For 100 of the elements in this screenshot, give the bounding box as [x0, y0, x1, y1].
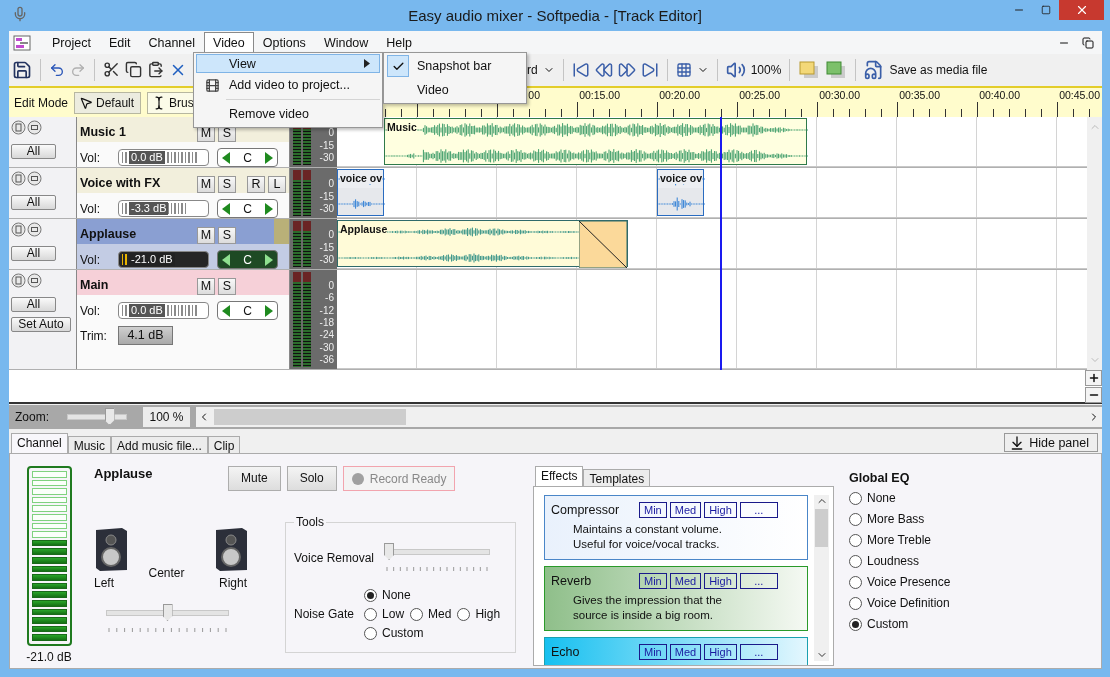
menu-item[interactable]: Options: [253, 31, 315, 54]
radio-button[interactable]: [849, 533, 862, 547]
volume-slider[interactable]: -3.3 dB: [118, 200, 209, 217]
menu-item[interactable]: Edit: [99, 31, 140, 54]
menu-entry[interactable]: View: [196, 54, 380, 73]
set-auto-button[interactable]: Set Auto: [11, 317, 71, 332]
solo-button[interactable]: Solo: [286, 466, 337, 491]
mute-button[interactable]: Mute: [228, 466, 281, 491]
radio-button[interactable]: [410, 607, 424, 621]
skip-forward-icon[interactable]: [640, 60, 659, 79]
track-toggle-button[interactable]: M: [197, 278, 215, 295]
scroll-thumb[interactable]: [214, 409, 406, 425]
copy-icon[interactable]: [125, 61, 142, 78]
left-arrow-icon[interactable]: [221, 202, 231, 215]
volume-slider[interactable]: 0.0 dB: [118, 149, 209, 166]
paste-icon[interactable]: [147, 61, 164, 78]
preset-button[interactable]: High: [704, 502, 737, 518]
submenu-entry[interactable]: Video: [386, 78, 524, 102]
music-file-icon[interactable]: [864, 59, 885, 80]
panel-tab[interactable]: Channel: [11, 433, 68, 453]
preset-button[interactable]: Min: [639, 502, 667, 518]
pan-control[interactable]: C: [217, 301, 278, 320]
volume-slider[interactable]: -21.0 dB: [118, 251, 209, 268]
expand-icon[interactable]: [11, 222, 26, 237]
collapse-icon[interactable]: [27, 171, 42, 186]
radio-button[interactable]: [849, 512, 862, 526]
pan-slider[interactable]: [106, 604, 229, 622]
voice-clip[interactable]: voice ov: [657, 169, 704, 216]
collapse-icon[interactable]: [27, 273, 42, 288]
applause-clip[interactable]: Applause: [337, 220, 628, 267]
slider-thumb[interactable]: [104, 408, 115, 425]
preset-button[interactable]: ...: [739, 573, 778, 589]
trim-button[interactable]: 4.1 dB: [118, 326, 173, 345]
fast-forward-icon[interactable]: [617, 60, 636, 79]
radio-button[interactable]: [457, 607, 471, 621]
preset-button[interactable]: ...: [739, 644, 778, 660]
record-mode-label[interactable]: rd: [527, 62, 538, 77]
radio-button[interactable]: [849, 554, 862, 568]
panel-tab[interactable]: Music: [67, 436, 112, 453]
horizontal-scrollbar[interactable]: [196, 407, 1102, 427]
expand-icon[interactable]: [11, 171, 26, 186]
menu-item[interactable]: Channel: [139, 31, 205, 54]
preset-button[interactable]: Med: [669, 644, 702, 660]
radio-button[interactable]: [364, 607, 378, 621]
preset-button[interactable]: ...: [739, 502, 778, 518]
pan-control[interactable]: C: [217, 250, 278, 269]
menu-item[interactable]: Project: [43, 31, 100, 54]
voice-clip[interactable]: voice ov: [337, 169, 384, 216]
preset-button[interactable]: Min: [639, 644, 667, 660]
menu-item[interactable]: Window: [314, 31, 378, 54]
edit-tool-button[interactable]: Default: [74, 91, 142, 114]
all-button[interactable]: All: [11, 195, 56, 210]
skip-back-icon[interactable]: [571, 60, 590, 79]
volume-slider[interactable]: 0.0 dB: [118, 302, 209, 319]
right-arrow-icon[interactable]: [264, 202, 274, 215]
pan-control[interactable]: C: [217, 148, 278, 167]
left-arrow-icon[interactable]: [221, 253, 231, 266]
effect-card[interactable]: Echo Min Med High ...: [544, 637, 808, 665]
voice-removal-slider[interactable]: [384, 543, 491, 561]
track-toggle-button[interactable]: S: [218, 176, 236, 193]
effects-tab[interactable]: Templates: [583, 469, 651, 486]
expand-icon[interactable]: [11, 273, 26, 288]
zoom-slider[interactable]: [67, 408, 127, 426]
slider-thumb[interactable]: [384, 543, 395, 560]
radio-button[interactable]: [364, 588, 378, 602]
all-button[interactable]: All: [11, 144, 56, 159]
undo-icon[interactable]: [49, 61, 65, 78]
effects-tab[interactable]: Effects: [535, 466, 584, 486]
zoom-in-button[interactable]: [1085, 370, 1102, 386]
radio-button[interactable]: [364, 626, 378, 640]
slider-thumb[interactable]: [162, 604, 173, 621]
radio-button[interactable]: [849, 617, 862, 631]
restore-icon[interactable]: [1082, 36, 1094, 49]
left-arrow-icon[interactable]: [221, 151, 231, 164]
grid-icon[interactable]: [675, 61, 692, 78]
document-window-icon[interactable]: [13, 34, 31, 51]
right-arrow-icon[interactable]: [264, 304, 274, 317]
rewind-icon[interactable]: [594, 60, 613, 79]
right-arrow-icon[interactable]: [264, 151, 274, 164]
save-icon[interactable]: [12, 59, 32, 80]
scissors-icon[interactable]: [103, 61, 120, 78]
radio-button[interactable]: [849, 491, 862, 505]
zoom-out-button[interactable]: [1085, 387, 1102, 403]
scroll-thumb[interactable]: [815, 509, 828, 547]
speaker-icon[interactable]: [725, 59, 746, 80]
menu-item[interactable]: Help: [377, 31, 422, 54]
effect-card[interactable]: Compressor Min Med High ... Maintains a constant volume. Useful for voice/vocal tracks.: [544, 495, 808, 560]
vertical-scrollbar[interactable]: [814, 495, 829, 661]
track-toggle-button[interactable]: M: [197, 176, 215, 193]
preset-button[interactable]: High: [704, 644, 737, 660]
menu-item[interactable]: Video: [204, 31, 254, 54]
radio-button[interactable]: [849, 596, 862, 610]
collapse-icon[interactable]: [27, 120, 42, 135]
track-toggle-button[interactable]: S: [218, 227, 236, 244]
preset-button[interactable]: High: [704, 573, 737, 589]
pan-control[interactable]: C: [217, 199, 278, 218]
hide-panel-button[interactable]: Hide panel: [1004, 433, 1098, 452]
panel-tab[interactable]: Add music file...: [111, 436, 208, 453]
preset-button[interactable]: Med: [669, 573, 702, 589]
track-toggle-button[interactable]: M: [197, 227, 215, 244]
